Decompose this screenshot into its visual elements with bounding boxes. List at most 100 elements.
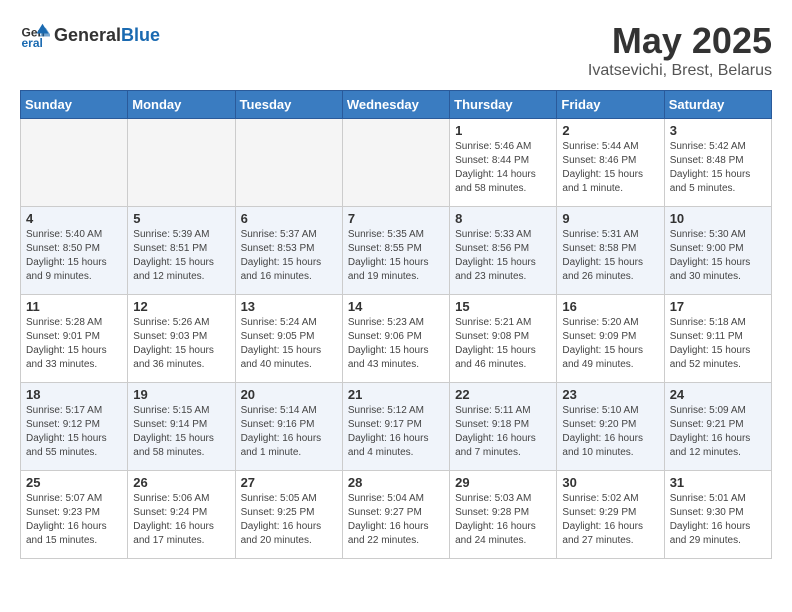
month-year-title: May 2025	[588, 20, 772, 62]
calendar-day-cell: 14Sunrise: 5:23 AM Sunset: 9:06 PM Dayli…	[342, 295, 449, 383]
calendar-day-cell: 18 Sunrise: 5:17 AM Sunset: 9:12 PM Dayli…	[21, 383, 128, 471]
weekday-header-thursday: Thursday	[450, 91, 557, 119]
page-header: Gen eral GeneralBlue May 2025 Ivatsevich…	[20, 20, 772, 80]
calendar-day-cell: 2 Sunrise: 5:44 AM Sunset: 8:46 PM Daylig…	[557, 119, 664, 207]
calendar-day-cell: 3 Sunrise: 5:42 AM Sunset: 8:48 PM Daylig…	[664, 119, 771, 207]
day-info: Sunrise: 5:18 AM Sunset: 9:11 PM Dayligh…	[670, 316, 766, 372]
day-number: 4	[26, 211, 122, 226]
day-number: 25	[26, 475, 122, 490]
day-info: Sunrise: 5:30 AM Sunset: 9:00 PM Dayligh…	[670, 228, 766, 284]
day-number: 31	[670, 475, 766, 490]
weekday-header-wednesday: Wednesday	[342, 91, 449, 119]
day-number: 11	[26, 299, 122, 314]
day-info: Sunrise: 5:11 AM Sunset: 9:18 PM Dayligh…	[455, 404, 551, 460]
day-info: Sunrise: 5:37 AM Sunset: 8:53 PM Dayligh…	[241, 228, 337, 284]
day-number: 7	[348, 211, 444, 226]
day-number: 26	[133, 475, 229, 490]
calendar-day-cell: 30Sunrise: 5:02 AM Sunset: 9:29 PM Dayli…	[557, 471, 664, 559]
logo-blue-text: Blue	[121, 25, 160, 45]
calendar-week-row: 25Sunrise: 5:07 AM Sunset: 9:23 PM Dayli…	[21, 471, 772, 559]
calendar-day-cell: 10 Sunrise: 5:30 AM Sunset: 9:00 PM Dayli…	[664, 207, 771, 295]
calendar-day-cell: 24 Sunrise: 5:09 AM Sunset: 9:21 PM Dayli…	[664, 383, 771, 471]
day-info: Sunrise: 5:04 AM Sunset: 9:27 PM Dayligh…	[348, 492, 444, 548]
weekday-header-friday: Friday	[557, 91, 664, 119]
day-info: Sunrise: 5:12 AM Sunset: 9:17 PM Dayligh…	[348, 404, 444, 460]
calendar-day-cell: 17 Sunrise: 5:18 AM Sunset: 9:11 PM Dayli…	[664, 295, 771, 383]
day-info: Sunrise: 5:05 AM Sunset: 9:25 PM Dayligh…	[241, 492, 337, 548]
day-info: Sunrise: 5:03 AM Sunset: 9:28 PM Dayligh…	[455, 492, 551, 548]
day-info: Sunrise: 5:20 AM Sunset: 9:09 PM Dayligh…	[562, 316, 658, 372]
svg-text:eral: eral	[22, 36, 43, 50]
day-number: 8	[455, 211, 551, 226]
day-info: Sunrise: 5:35 AM Sunset: 8:55 PM Dayligh…	[348, 228, 444, 284]
day-number: 20	[241, 387, 337, 402]
day-info: Sunrise: 5:17 AM Sunset: 9:12 PM Dayligh…	[26, 404, 122, 460]
calendar-day-cell: 15Sunrise: 5:21 AM Sunset: 9:08 PM Dayli…	[450, 295, 557, 383]
day-number: 16	[562, 299, 658, 314]
day-info: Sunrise: 5:39 AM Sunset: 8:51 PM Dayligh…	[133, 228, 229, 284]
calendar-day-cell: 26 Sunrise: 5:06 AM Sunset: 9:24 PM Dayli…	[128, 471, 235, 559]
day-info: Sunrise: 5:06 AM Sunset: 9:24 PM Dayligh…	[133, 492, 229, 548]
weekday-header-saturday: Saturday	[664, 91, 771, 119]
day-info: Sunrise: 5:46 AM Sunset: 8:44 PM Dayligh…	[455, 140, 551, 196]
day-number: 9	[562, 211, 658, 226]
title-block: May 2025 Ivatsevichi, Brest, Belarus	[588, 20, 772, 80]
day-info: Sunrise: 5:44 AM Sunset: 8:46 PM Dayligh…	[562, 140, 658, 196]
calendar-day-cell: 12 Sunrise: 5:26 AM Sunset: 9:03 PM Dayli…	[128, 295, 235, 383]
day-info: Sunrise: 5:21 AM Sunset: 9:08 PM Dayligh…	[455, 316, 551, 372]
calendar-week-row: 11 Sunrise: 5:28 AM Sunset: 9:01 PM Dayli…	[21, 295, 772, 383]
day-number: 12	[133, 299, 229, 314]
day-info: Sunrise: 5:23 AM Sunset: 9:06 PM Dayligh…	[348, 316, 444, 372]
day-number: 21	[348, 387, 444, 402]
calendar-day-cell: 31 Sunrise: 5:01 AM Sunset: 9:30 PM Dayli…	[664, 471, 771, 559]
calendar-day-cell: 13Sunrise: 5:24 AM Sunset: 9:05 PM Dayli…	[235, 295, 342, 383]
calendar-day-cell: 21 Sunrise: 5:12 AM Sunset: 9:17 PM Dayli…	[342, 383, 449, 471]
weekday-header-row: SundayMondayTuesdayWednesdayThursdayFrid…	[21, 91, 772, 119]
calendar-day-cell: 19Sunrise: 5:15 AM Sunset: 9:14 PM Dayli…	[128, 383, 235, 471]
calendar-day-cell	[235, 119, 342, 207]
day-info: Sunrise: 5:31 AM Sunset: 8:58 PM Dayligh…	[562, 228, 658, 284]
calendar-week-row: 4Sunrise: 5:40 AM Sunset: 8:50 PM Daylig…	[21, 207, 772, 295]
calendar-day-cell	[21, 119, 128, 207]
day-number: 13	[241, 299, 337, 314]
calendar-week-row: 1 Sunrise: 5:46 AM Sunset: 8:44 PM Daylig…	[21, 119, 772, 207]
calendar-day-cell	[128, 119, 235, 207]
calendar-day-cell: 20 Sunrise: 5:14 AM Sunset: 9:16 PM Dayli…	[235, 383, 342, 471]
day-number: 6	[241, 211, 337, 226]
day-number: 1	[455, 123, 551, 138]
calendar-header: SundayMondayTuesdayWednesdayThursdayFrid…	[21, 91, 772, 119]
logo-icon: Gen eral	[20, 20, 50, 50]
day-info: Sunrise: 5:28 AM Sunset: 9:01 PM Dayligh…	[26, 316, 122, 372]
calendar-day-cell: 1 Sunrise: 5:46 AM Sunset: 8:44 PM Daylig…	[450, 119, 557, 207]
calendar-day-cell: 28 Sunrise: 5:04 AM Sunset: 9:27 PM Dayli…	[342, 471, 449, 559]
calendar-day-cell	[342, 119, 449, 207]
calendar-day-cell: 9 Sunrise: 5:31 AM Sunset: 8:58 PM Daylig…	[557, 207, 664, 295]
day-number: 5	[133, 211, 229, 226]
day-info: Sunrise: 5:09 AM Sunset: 9:21 PM Dayligh…	[670, 404, 766, 460]
calendar-day-cell: 22 Sunrise: 5:11 AM Sunset: 9:18 PM Dayli…	[450, 383, 557, 471]
day-info: Sunrise: 5:15 AM Sunset: 9:14 PM Dayligh…	[133, 404, 229, 460]
day-info: Sunrise: 5:01 AM Sunset: 9:30 PM Dayligh…	[670, 492, 766, 548]
calendar-table: SundayMondayTuesdayWednesdayThursdayFrid…	[20, 90, 772, 559]
day-number: 28	[348, 475, 444, 490]
day-info: Sunrise: 5:26 AM Sunset: 9:03 PM Dayligh…	[133, 316, 229, 372]
day-number: 3	[670, 123, 766, 138]
day-number: 10	[670, 211, 766, 226]
day-number: 22	[455, 387, 551, 402]
calendar-day-cell: 16 Sunrise: 5:20 AM Sunset: 9:09 PM Dayli…	[557, 295, 664, 383]
day-info: Sunrise: 5:10 AM Sunset: 9:20 PM Dayligh…	[562, 404, 658, 460]
calendar-day-cell: 4Sunrise: 5:40 AM Sunset: 8:50 PM Daylig…	[21, 207, 128, 295]
calendar-body: 1 Sunrise: 5:46 AM Sunset: 8:44 PM Daylig…	[21, 119, 772, 559]
day-info: Sunrise: 5:14 AM Sunset: 9:16 PM Dayligh…	[241, 404, 337, 460]
day-number: 24	[670, 387, 766, 402]
calendar-day-cell: 11 Sunrise: 5:28 AM Sunset: 9:01 PM Dayli…	[21, 295, 128, 383]
calendar-day-cell: 6 Sunrise: 5:37 AM Sunset: 8:53 PM Daylig…	[235, 207, 342, 295]
day-number: 18	[26, 387, 122, 402]
day-number: 2	[562, 123, 658, 138]
weekday-header-tuesday: Tuesday	[235, 91, 342, 119]
calendar-day-cell: 25Sunrise: 5:07 AM Sunset: 9:23 PM Dayli…	[21, 471, 128, 559]
day-info: Sunrise: 5:42 AM Sunset: 8:48 PM Dayligh…	[670, 140, 766, 196]
logo-general-text: General	[54, 25, 121, 45]
calendar-day-cell: 7 Sunrise: 5:35 AM Sunset: 8:55 PM Daylig…	[342, 207, 449, 295]
day-number: 17	[670, 299, 766, 314]
